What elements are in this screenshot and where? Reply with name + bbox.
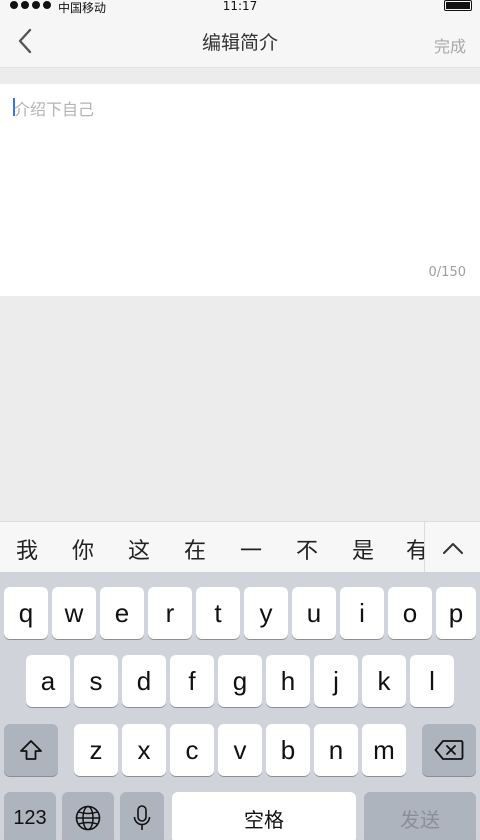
key-u[interactable]: u bbox=[292, 587, 336, 639]
key-label: s bbox=[89, 665, 103, 696]
key-a[interactable]: a bbox=[26, 655, 70, 707]
key-r[interactable]: r bbox=[148, 587, 192, 639]
key-p[interactable]: p bbox=[436, 587, 476, 639]
key-t[interactable]: t bbox=[196, 587, 240, 639]
key-y[interactable]: y bbox=[244, 587, 288, 639]
key-i[interactable]: i bbox=[340, 587, 384, 639]
candidate-word[interactable]: 这 bbox=[128, 533, 150, 565]
shift-icon bbox=[20, 740, 42, 760]
key-label: t bbox=[214, 597, 222, 628]
status-bar: 中国移动 11:17 bbox=[0, 0, 480, 15]
key-w[interactable]: w bbox=[52, 587, 96, 639]
status-time: 11:17 bbox=[222, 0, 258, 13]
candidate-word[interactable]: 在 bbox=[184, 533, 206, 565]
key-k[interactable]: k bbox=[362, 655, 406, 707]
space-key[interactable]: 空格 bbox=[172, 792, 356, 840]
character-counter: 0/150 bbox=[428, 265, 466, 280]
key-j[interactable]: j bbox=[314, 655, 358, 707]
key-label: q bbox=[18, 597, 34, 628]
key-o[interactable]: o bbox=[388, 587, 432, 639]
key-label: o bbox=[402, 597, 418, 628]
key-label: u bbox=[306, 597, 322, 628]
microphone-icon bbox=[133, 805, 151, 830]
battery-icon bbox=[444, 0, 472, 11]
nav-bar: 编辑简介 完成 bbox=[0, 14, 480, 68]
key-label: n bbox=[328, 734, 344, 765]
chevron-up-icon bbox=[442, 542, 463, 554]
key-g[interactable]: g bbox=[218, 655, 262, 707]
key-n[interactable]: n bbox=[314, 724, 358, 776]
key-label: z bbox=[89, 734, 103, 765]
candidate-word[interactable]: 不 bbox=[296, 533, 318, 565]
key-label: x bbox=[137, 734, 151, 765]
key-label: j bbox=[333, 665, 339, 696]
key-label: v bbox=[233, 734, 247, 765]
key-m[interactable]: m bbox=[362, 724, 406, 776]
key-label: 发送 bbox=[400, 809, 440, 832]
backspace-icon bbox=[434, 740, 464, 760]
microphone-key[interactable] bbox=[120, 792, 164, 840]
key-label: b bbox=[280, 734, 296, 765]
key-label: g bbox=[232, 665, 248, 696]
page-title: 编辑简介 bbox=[201, 32, 278, 54]
key-c[interactable]: c bbox=[170, 724, 214, 776]
key-x[interactable]: x bbox=[122, 724, 166, 776]
key-label: w bbox=[64, 597, 84, 628]
candidate-word[interactable]: 你 bbox=[72, 533, 94, 565]
key-label: f bbox=[188, 665, 196, 696]
key-l[interactable]: l bbox=[410, 655, 454, 707]
bio-textarea[interactable]: 介绍下自己 bbox=[14, 96, 94, 120]
globe-key[interactable] bbox=[62, 792, 114, 840]
key-label: h bbox=[280, 665, 296, 696]
key-h[interactable]: h bbox=[266, 655, 310, 707]
key-label: i bbox=[359, 597, 365, 628]
key-label: 空格 bbox=[244, 809, 284, 832]
key-label: y bbox=[259, 597, 273, 628]
shift-key[interactable] bbox=[4, 724, 58, 776]
done-button[interactable]: 完成 bbox=[434, 33, 466, 57]
key-d[interactable]: d bbox=[122, 655, 166, 707]
key-f[interactable]: f bbox=[170, 655, 214, 707]
key-label: d bbox=[136, 665, 152, 696]
candidate-word[interactable]: 我 bbox=[16, 533, 38, 565]
key-label: a bbox=[40, 665, 56, 696]
keyboard: q w e r t y u i o p a s d f g h j k l z … bbox=[0, 572, 480, 840]
delete-key[interactable] bbox=[422, 724, 476, 776]
key-label: m bbox=[373, 734, 395, 765]
key-v[interactable]: v bbox=[218, 724, 262, 776]
key-label: r bbox=[165, 597, 175, 628]
candidate-bar: 我 你 这 在 一 不 是 有 bbox=[0, 521, 480, 572]
key-label: c bbox=[185, 734, 199, 765]
bio-editor[interactable]: 介绍下自己 0/150 bbox=[0, 84, 480, 296]
candidate-word[interactable]: 一 bbox=[240, 533, 262, 565]
key-q[interactable]: q bbox=[4, 587, 48, 639]
candidate-list: 我 你 这 在 一 不 是 有 bbox=[0, 522, 424, 572]
key-label: k bbox=[377, 665, 391, 696]
key-label: p bbox=[448, 597, 464, 628]
key-b[interactable]: b bbox=[266, 724, 310, 776]
key-s[interactable]: s bbox=[74, 655, 118, 707]
globe-icon bbox=[75, 805, 101, 831]
key-label: l bbox=[429, 665, 435, 696]
candidate-word[interactable]: 是 bbox=[352, 533, 374, 565]
key-z[interactable]: z bbox=[74, 724, 118, 776]
key-e[interactable]: e bbox=[100, 587, 144, 639]
key-label: 123 bbox=[13, 806, 47, 829]
expand-candidates-button[interactable] bbox=[424, 522, 480, 572]
key-label: e bbox=[114, 597, 130, 628]
candidate-word[interactable]: 有 bbox=[406, 533, 424, 565]
send-key[interactable]: 发送 bbox=[364, 792, 476, 840]
numbers-key[interactable]: 123 bbox=[4, 792, 56, 840]
